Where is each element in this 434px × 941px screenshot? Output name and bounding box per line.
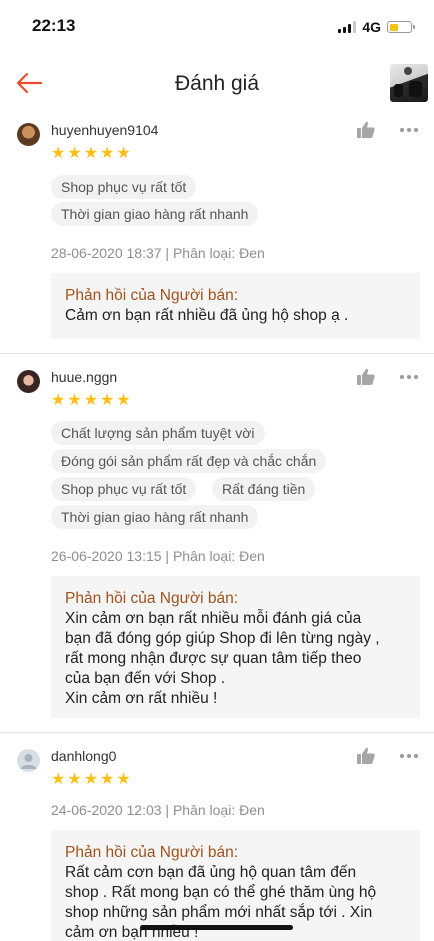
status-time: 22:13 (32, 16, 76, 35)
star-icon: ★ (83, 145, 99, 162)
seller-reply: Phản hồi của Người bán: Cảm ơn bạn rất n… (51, 273, 420, 339)
divider (0, 353, 434, 354)
avatar (17, 123, 40, 146)
seller-reply-text: Cảm ơn bạn rất nhiều đã ủng hộ shop ạ . (65, 307, 349, 324)
review-tag: Shop phục vụ rất tốt (51, 175, 197, 199)
star-rating: ★ ★ ★ ★ ★ (51, 393, 131, 409)
top-bar: Đánh giá (0, 52, 434, 116)
home-indicator (140, 925, 293, 930)
star-icon: ★ (51, 392, 66, 409)
star-icon: ★ (100, 145, 115, 162)
seller-reply-title: Phản hồi của Người bán: (65, 287, 239, 304)
user-icon (20, 754, 37, 769)
review-tag: Thời gian giao hàng rất nhanh (51, 505, 259, 529)
star-icon: ★ (51, 771, 66, 788)
star-icon: ★ (116, 392, 131, 409)
star-icon: ★ (83, 392, 99, 409)
review-tag: Chất lượng sản phẩm tuyệt vời (51, 421, 265, 445)
review-tag: Rất đáng tiền (212, 477, 316, 501)
review-username: danhlong0 (51, 748, 117, 764)
thumbs-up-icon[interactable] (356, 746, 376, 766)
star-icon: ★ (67, 145, 82, 162)
battery-level (389, 23, 398, 31)
more-options-icon[interactable] (400, 374, 422, 380)
avatar (17, 749, 40, 772)
seller-reply: Phản hồi của Người bán: Xin cảm ơn bạn r… (51, 576, 420, 718)
review-tag: Thời gian giao hàng rất nhanh (51, 202, 259, 226)
review-meta: 26-06-2020 13:15 | Phân loại: Đen (51, 548, 265, 564)
review-meta: 24-06-2020 12:03 | Phân loại: Đen (51, 802, 265, 818)
avatar (17, 370, 40, 393)
star-icon: ★ (83, 771, 99, 788)
star-rating: ★ ★ ★ ★ ★ (51, 772, 131, 788)
star-icon: ★ (67, 771, 82, 788)
thumbs-up-icon[interactable] (356, 367, 376, 387)
status-bar: 22:13 4G (0, 0, 434, 50)
star-icon: ★ (116, 145, 131, 162)
battery-icon (387, 21, 415, 33)
review-meta: 28-06-2020 18:37 | Phân loại: Đen (51, 245, 265, 261)
review-tag: Đóng gói sản phẩm rất đẹp và chắc chắn (51, 449, 327, 473)
network-type: 4G (362, 19, 381, 35)
signal-icon (338, 21, 357, 33)
star-icon: ★ (100, 392, 115, 409)
star-icon: ★ (116, 771, 131, 788)
more-options-icon[interactable] (400, 753, 422, 759)
star-rating: ★ ★ ★ ★ ★ (51, 146, 131, 162)
status-indicators: 4G (338, 19, 415, 35)
seller-reply-title: Phản hồi của Người bán: (65, 590, 239, 607)
thumbs-up-icon[interactable] (356, 120, 376, 140)
divider (0, 732, 434, 733)
review-tag: Shop phục vụ rất tốt (51, 477, 197, 501)
more-options-icon[interactable] (400, 127, 422, 133)
review-username: huyenhuyen9104 (51, 122, 159, 138)
page-title: Đánh giá (174, 72, 260, 95)
star-icon: ★ (67, 392, 82, 409)
seller-reply-text: Xin cảm ơn bạn rất nhiều mỗi đánh giá củ… (65, 610, 380, 707)
star-icon: ★ (100, 771, 115, 788)
seller-reply-title: Phản hồi của Người bán: (65, 844, 239, 861)
review-username: huue.nggn (51, 369, 118, 385)
star-icon: ★ (51, 145, 66, 162)
product-thumbnail[interactable] (390, 64, 428, 102)
